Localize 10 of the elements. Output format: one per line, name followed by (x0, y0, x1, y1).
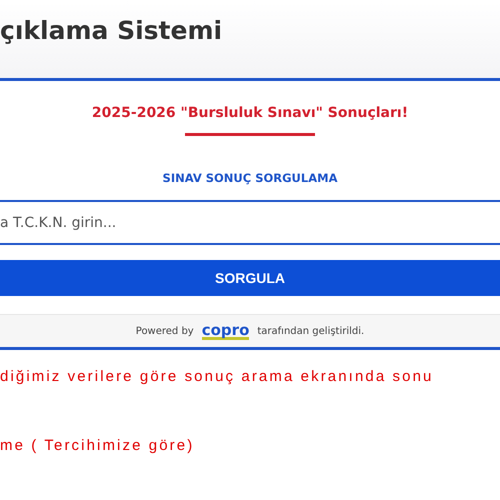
developed-by-text: tarafından geliştirildi. (257, 326, 364, 336)
tckn-input-field[interactable]: a T.C.K.N. girin... (0, 200, 500, 245)
notice-text: me ( Tercihimize göre) (0, 437, 194, 454)
powered-by-text: Powered by (136, 326, 194, 336)
results-heading: 2025-2026 "Bursluluk Sınavı" Sonuçları! (92, 105, 408, 121)
notice-text: diğimiz verilere göre sonuç arama ekranında sonu (0, 368, 434, 385)
query-button[interactable]: SORGULA (0, 260, 500, 296)
section-title: SINAV SONUÇ SORGULAMA (162, 171, 338, 185)
brand-logo[interactable]: copro (202, 322, 250, 340)
page-title: çıklama Sistemi (0, 16, 222, 45)
